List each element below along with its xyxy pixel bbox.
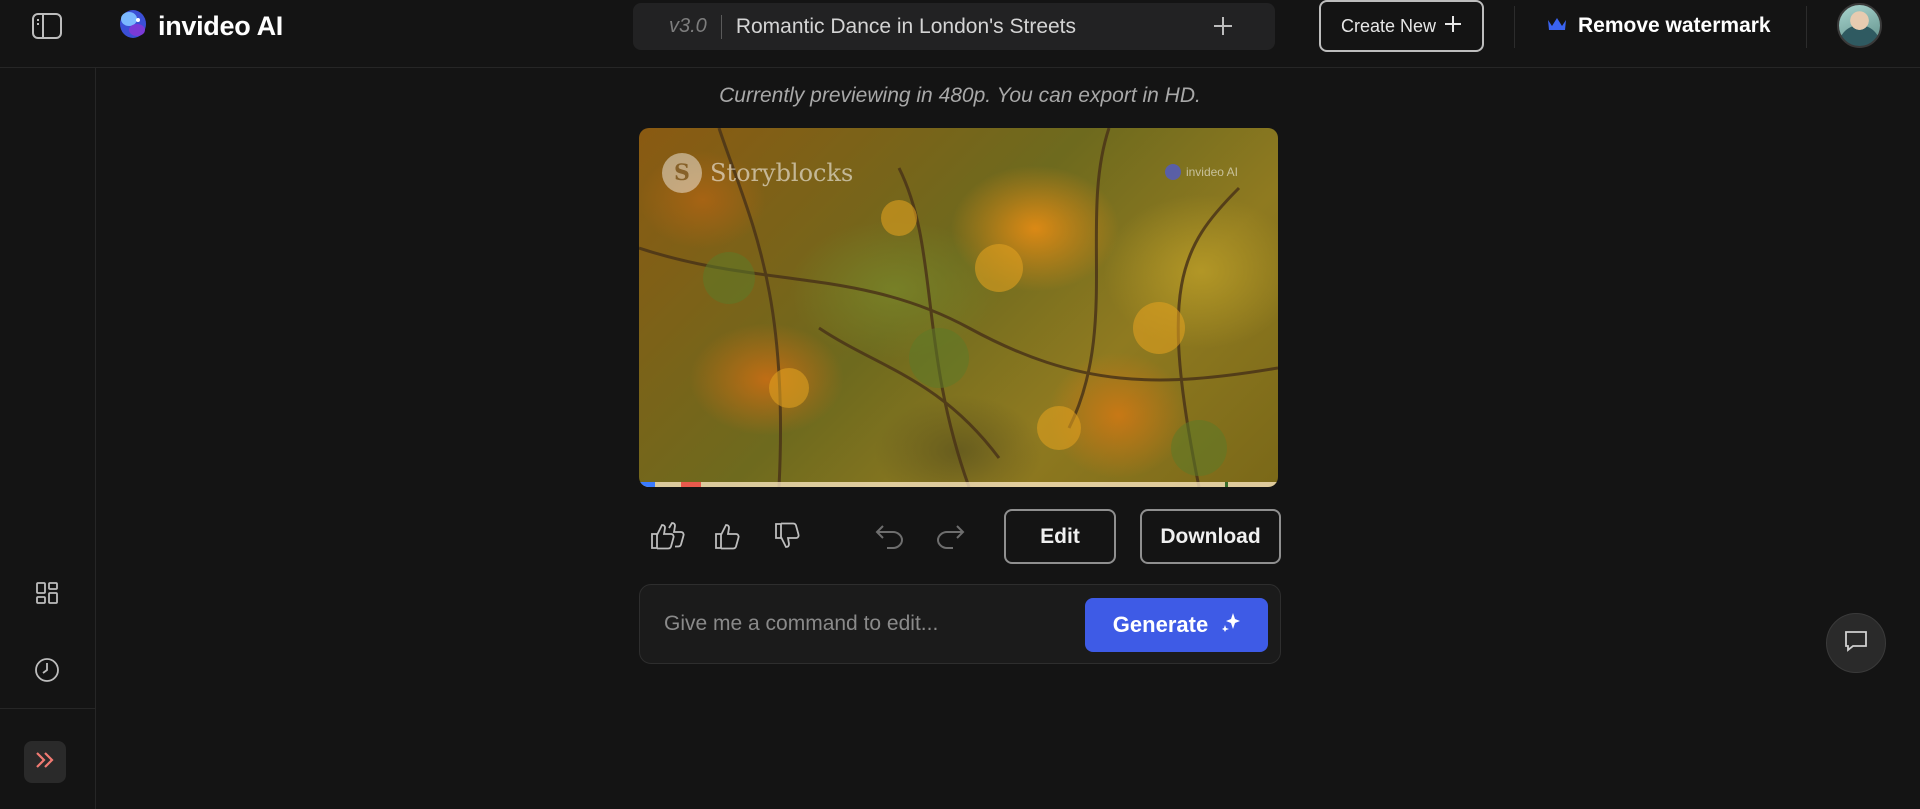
invideo-watermark-text: invideo AI — [1185, 165, 1238, 179]
generate-label: Generate — [1112, 612, 1209, 637]
preview-note: Currently previewing in 480p. You can ex… — [719, 84, 1201, 107]
plus-icon — [1444, 15, 1462, 38]
version-label: v3.0 — [669, 15, 707, 37]
edit-button[interactable]: Edit — [1004, 509, 1116, 564]
invideo-logo-icon — [1164, 164, 1181, 180]
brand[interactable]: invideo AI — [118, 8, 284, 45]
project-title[interactable]: Romantic Dance in London's Streets — [736, 15, 1076, 39]
chat-icon — [1843, 629, 1869, 658]
progress-played — [639, 482, 655, 487]
crown-icon — [1546, 16, 1568, 37]
grid-icon[interactable] — [30, 576, 64, 610]
divider — [1514, 6, 1515, 48]
divider — [1806, 6, 1807, 48]
command-input[interactable] — [664, 601, 1064, 647]
remove-watermark-label: Remove watermark — [1578, 14, 1771, 37]
download-button[interactable]: Download — [1140, 509, 1281, 564]
expand-sidebar-button[interactable] — [24, 741, 66, 783]
avatar[interactable] — [1837, 3, 1882, 48]
create-new-button[interactable]: Create New — [1319, 0, 1484, 52]
project-title-bar[interactable]: v3.0 Romantic Dance in London's Streets — [633, 3, 1275, 50]
undo-icon[interactable] — [870, 518, 910, 554]
chevrons-right-icon — [34, 750, 56, 775]
progress-marker — [1225, 482, 1228, 487]
divider — [0, 708, 96, 709]
divider — [720, 14, 722, 39]
thumbs-down-icon[interactable] — [768, 518, 808, 554]
video-preview[interactable]: S Storyblocks invideo AI — [639, 128, 1278, 487]
clock-icon[interactable] — [30, 653, 64, 687]
create-new-label: Create New — [1340, 15, 1437, 36]
remove-watermark-button[interactable]: Remove watermark — [1546, 10, 1771, 42]
invideo-watermark: invideo AI — [1164, 164, 1238, 180]
video-progress-bar[interactable] — [639, 482, 1278, 487]
storyblocks-logo-icon: S — [662, 153, 702, 193]
double-thumbs-up-icon[interactable] — [648, 518, 688, 554]
thumbs-up-icon[interactable] — [708, 518, 748, 554]
storyblocks-watermark: S Storyblocks — [662, 153, 853, 193]
sparkle-icon — [1222, 612, 1241, 638]
progress-segment — [681, 482, 701, 487]
plus-icon[interactable] — [1211, 14, 1235, 38]
sidebar — [0, 68, 96, 809]
redo-icon[interactable] — [930, 518, 970, 554]
sidebar-toggle-icon[interactable] — [30, 11, 64, 41]
app-root: invideo AI v3.0 Romantic Dance in London… — [0, 0, 1920, 809]
generate-button[interactable]: Generate — [1085, 598, 1268, 652]
top-bar: invideo AI v3.0 Romantic Dance in London… — [0, 0, 1920, 68]
command-box: Generate — [639, 584, 1281, 664]
invideo-logo-icon — [118, 8, 148, 45]
brand-name: invideo AI — [158, 10, 284, 41]
chat-button[interactable] — [1826, 613, 1886, 673]
storyblocks-watermark-text: Storyblocks — [710, 159, 854, 187]
